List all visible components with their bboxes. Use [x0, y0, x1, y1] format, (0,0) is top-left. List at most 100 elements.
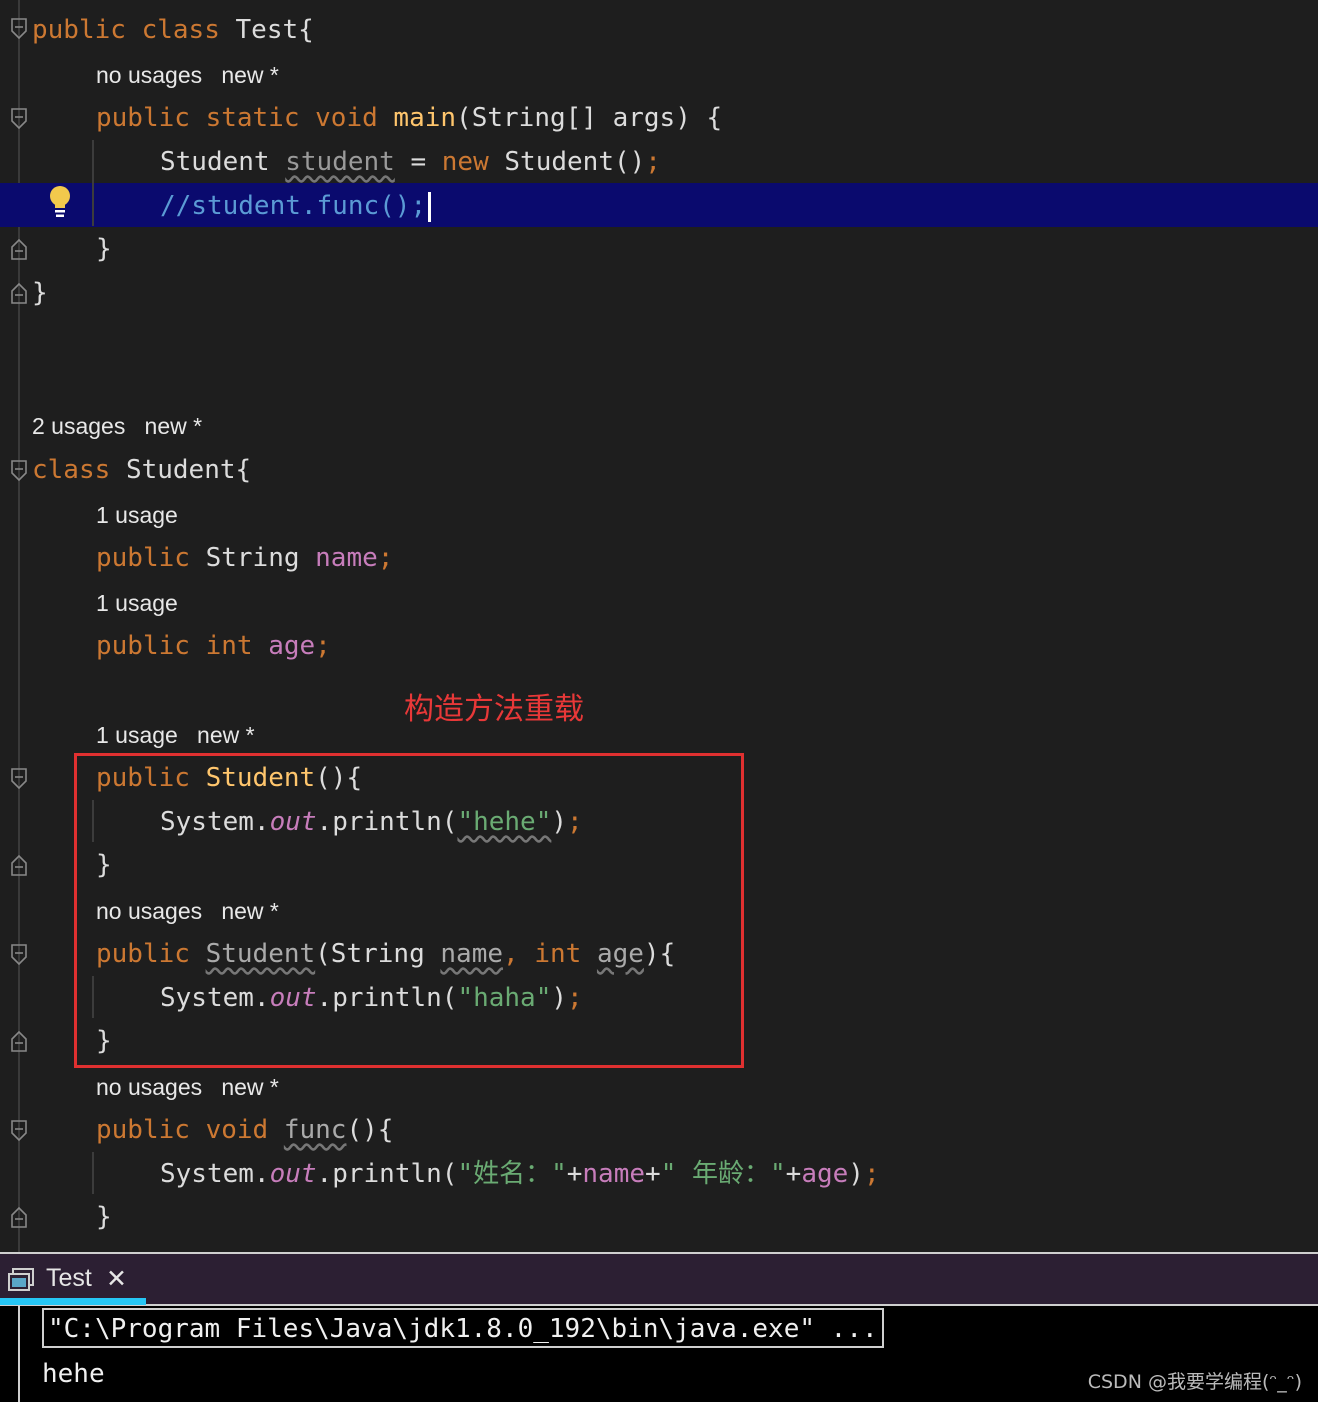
param-type: (String — [315, 939, 441, 969]
code-line-current[interactable]: //student.func(); — [0, 186, 1318, 226]
string-literal: "姓名：" — [457, 1159, 567, 1189]
brace: } — [32, 278, 48, 308]
operator: = — [394, 147, 442, 177]
paren: ) — [551, 807, 568, 837]
method-params: (String[] args) { — [456, 103, 723, 133]
inlay-hint[interactable]: 1 usage — [96, 583, 178, 623]
semicolon: ; — [645, 147, 661, 177]
close-icon[interactable]: ✕ — [106, 1264, 127, 1294]
constructor-call: Student() — [488, 147, 646, 177]
comment: //student.func(); — [160, 191, 427, 221]
code-line: public class Test{ — [0, 10, 1318, 50]
run-command-line[interactable]: "C:\Program Files\Java\jdk1.8.0_192\bin\… — [42, 1308, 884, 1348]
inlay-hint[interactable]: no usages new * — [96, 891, 279, 931]
code-line: public void func(){ — [0, 1110, 1318, 1150]
brace: } — [96, 234, 112, 264]
static-field: out — [269, 1159, 317, 1189]
active-tab-indicator — [0, 1298, 146, 1305]
usage-hint[interactable]: 2 usages — [32, 413, 125, 439]
class-name: Test{ — [235, 15, 314, 45]
method-params: (){ — [315, 763, 363, 793]
keyword: int — [534, 939, 582, 969]
string-literal: "hehe" — [457, 807, 552, 837]
run-panel: Test ✕ "C:\Program Files\Java\jdk1.8.0_1… — [0, 1252, 1318, 1402]
usage-hint[interactable]: 1 usage — [96, 722, 178, 748]
field-ref: age — [801, 1159, 849, 1189]
keyword: public int — [96, 631, 253, 661]
keyword: new — [441, 147, 489, 177]
keyword: public void — [96, 1115, 269, 1145]
type-name: String — [205, 543, 300, 573]
code-line: public Student(String name, int age){ — [0, 934, 1318, 974]
brace: } — [96, 1202, 112, 1232]
console-output: hehe — [42, 1359, 105, 1389]
string-literal: " 年龄：" — [660, 1159, 786, 1189]
constructor-name: Student — [205, 939, 316, 969]
param-name: age — [596, 939, 644, 969]
semicolon: ; — [315, 631, 331, 661]
code-line: System.out.println("haha"); — [0, 978, 1318, 1018]
watermark: CSDN @我要学编程(ᵔ_ᵔ) — [1087, 1371, 1302, 1393]
code-line: public static void main(String[] args) { — [0, 98, 1318, 138]
operator: + — [566, 1159, 583, 1189]
string-literal: "haha" — [457, 983, 552, 1013]
code-line: System.out.println("hehe"); — [0, 802, 1318, 842]
author-hint[interactable]: new * — [221, 1074, 279, 1100]
keyword: public static void — [96, 103, 378, 133]
code-line: } — [0, 273, 1318, 313]
operator: + — [785, 1159, 802, 1189]
usage-hint[interactable]: no usages — [96, 1074, 202, 1100]
code-line: class Student{ — [0, 450, 1318, 490]
tab-test[interactable]: Test — [46, 1264, 92, 1293]
method-params: ){ — [643, 939, 676, 969]
semicolon: ; — [567, 807, 583, 837]
inlay-hint[interactable]: no usages new * — [96, 55, 279, 95]
text-caret — [428, 191, 432, 222]
class-name: Student{ — [125, 455, 252, 485]
comma: , — [503, 939, 519, 969]
keyword: public — [96, 763, 190, 793]
keyword: public — [96, 939, 190, 969]
keyword: public — [96, 543, 190, 573]
usage-hint[interactable]: 1 usage — [96, 502, 178, 528]
code-line: Student student = new Student(); — [0, 142, 1318, 182]
paren: ) — [848, 1159, 864, 1189]
method-name: main — [393, 103, 457, 133]
static-field: out — [269, 983, 317, 1013]
method-call: .println( — [316, 1159, 458, 1189]
run-tab-bar: Test ✕ — [0, 1252, 1318, 1306]
console-window-icon — [8, 1268, 34, 1291]
operator: + — [645, 1159, 661, 1189]
method-name: func — [283, 1115, 347, 1145]
class-ref: System. — [160, 1159, 270, 1189]
param-name: name — [440, 939, 504, 969]
code-line: } — [0, 229, 1318, 269]
inlay-hint[interactable]: 1 usage — [96, 495, 178, 535]
paren: ) — [551, 983, 568, 1013]
code-line: } — [0, 1197, 1318, 1237]
method-call: .println( — [316, 807, 458, 837]
variable-name: student — [285, 147, 395, 177]
console-gutter — [18, 1306, 20, 1402]
keyword: public — [32, 15, 126, 45]
keyword: class — [141, 15, 220, 45]
usage-hint[interactable]: no usages — [96, 898, 202, 924]
author-hint[interactable]: new * — [221, 898, 279, 924]
code-line: public Student(){ — [0, 758, 1318, 798]
inlay-hint[interactable]: 2 usages new * — [32, 406, 202, 446]
inlay-hint[interactable]: no usages new * — [96, 1067, 279, 1107]
usage-hint[interactable]: 1 usage — [96, 590, 178, 616]
author-hint[interactable]: new * — [145, 413, 203, 439]
author-hint[interactable]: new * — [221, 62, 279, 88]
keyword: class — [32, 455, 111, 485]
inlay-hint[interactable]: 1 usage new * — [96, 715, 255, 755]
semicolon: ; — [863, 1159, 880, 1189]
author-hint[interactable]: new * — [197, 722, 255, 748]
code-line: } — [0, 1021, 1318, 1061]
constructor-name: Student — [205, 763, 316, 793]
code-editor[interactable]: public class Test{ no usages new * publi… — [0, 0, 1318, 1252]
annotation-label: 构造方法重载 — [404, 692, 584, 727]
semicolon: ; — [567, 983, 583, 1013]
usage-hint[interactable]: no usages — [96, 62, 202, 88]
field-name: age — [268, 631, 316, 661]
